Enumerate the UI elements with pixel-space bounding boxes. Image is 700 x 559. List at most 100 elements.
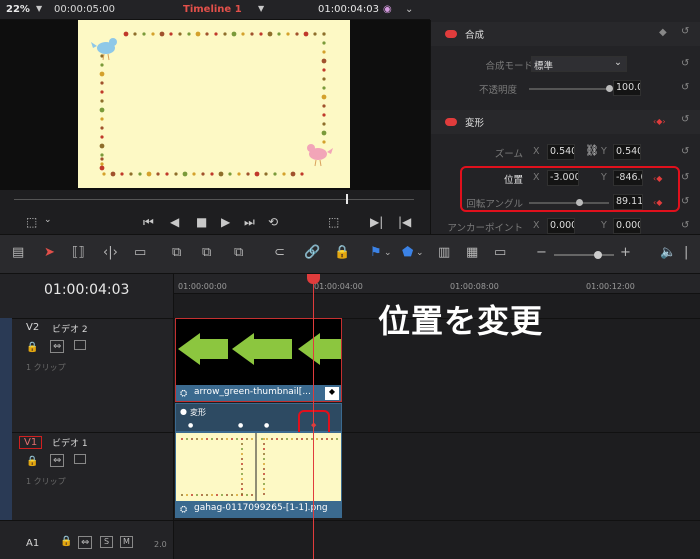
zoom-full-icon[interactable]: ▥	[438, 245, 450, 260]
anchor-x-value[interactable]: 0.000	[547, 218, 575, 234]
zoom-custom-icon[interactable]: ▭	[494, 245, 506, 260]
link-clips-icon[interactable]: 🔗	[304, 245, 320, 260]
viewer-scrub-bar[interactable]	[0, 190, 430, 210]
next-edit-icon[interactable]: ▶|	[370, 215, 383, 229]
stop-icon[interactable]: ■	[196, 215, 207, 229]
zoom-out-icon[interactable]: −	[536, 245, 547, 260]
preview-frame	[78, 20, 350, 188]
chevron-down-icon[interactable]: ▼	[36, 4, 42, 13]
mute-button[interactable]: M	[120, 536, 133, 548]
audio-meter-icon[interactable]: |	[684, 245, 688, 260]
blade-tool-icon[interactable]: ▭	[134, 245, 146, 260]
reset-icon[interactable]: ↺	[681, 172, 689, 183]
timeline-zoom-slider[interactable]	[554, 254, 614, 256]
toggle-composite[interactable]	[445, 30, 457, 38]
timeline-zoom-knob[interactable]	[594, 251, 602, 259]
track-visibility-icon[interactable]	[74, 340, 86, 350]
timeline-name[interactable]: Timeline 1	[183, 4, 242, 15]
axis-y-label: Y	[601, 146, 607, 157]
reset-icon[interactable]: ↺	[681, 114, 689, 125]
timeline-timecode[interactable]: 01:00:04:03	[0, 274, 174, 318]
opacity-slider[interactable]	[529, 88, 609, 90]
timeline-ruler[interactable]: 01:00:00:00 01:00:04:00 01:00:08:00 01:0…	[174, 274, 700, 294]
dynamic-trim-icon[interactable]: ‹|›	[103, 245, 118, 260]
chevron-down-icon[interactable]: ⌄	[384, 248, 392, 258]
zoom-in-icon[interactable]: +	[620, 245, 631, 260]
chevron-down-icon[interactable]: ⌄	[416, 248, 424, 258]
play-reverse-icon[interactable]: ◀	[170, 215, 179, 229]
video-viewer[interactable]	[0, 20, 430, 190]
chevron-down-icon[interactable]: ⌄	[44, 215, 52, 225]
keyframe-diamond-icon[interactable]: ◆	[659, 27, 667, 38]
skip-back-icon[interactable]: ⏮	[143, 215, 154, 230]
lock-icon[interactable]: 🔒	[60, 536, 72, 547]
keyframe-point[interactable]: ●	[238, 422, 243, 429]
composite-mode-select[interactable]: 標準 ⌄	[531, 56, 627, 72]
lock-icon[interactable]: 🔒	[26, 456, 38, 467]
track-header-v2[interactable]: V2 ビデオ 2 🔒 ⇔ 1 クリップ	[0, 322, 174, 432]
reset-icon[interactable]: ↺	[681, 196, 689, 207]
track-header-v1[interactable]: V1 ビデオ 1 🔒 ⇔ 1 クリップ	[0, 436, 174, 520]
keyframe-nav-icon[interactable]: ‹◆›	[653, 117, 666, 126]
skip-forward-icon[interactable]: ⏭	[244, 215, 255, 230]
transform-section-header[interactable]: 変形 ‹◆› ↺	[431, 110, 700, 134]
audio-volume-icon[interactable]: 🔈	[660, 245, 676, 260]
insert-clip-icon[interactable]: ⧉	[172, 245, 181, 260]
chevron-down-icon[interactable]: ▼	[258, 4, 264, 13]
reset-icon[interactable]: ↺	[681, 58, 689, 69]
play-icon[interactable]: ▶	[221, 215, 230, 229]
anchor-y-value[interactable]: 0.000	[613, 218, 641, 234]
flag-icon[interactable]: ⚑	[370, 245, 382, 260]
track-separator	[0, 432, 700, 433]
clip-gahag[interactable]: gahag-0117099265-[1-1].png ⛭	[175, 432, 342, 518]
marker-icon[interactable]: ⬟	[402, 245, 413, 260]
link-icon[interactable]: ⛓	[585, 144, 599, 157]
color-wheel-icon[interactable]: ◉	[383, 4, 392, 15]
keyframe-point[interactable]: ●	[264, 422, 269, 429]
track-visibility-icon[interactable]	[74, 454, 86, 464]
track-id-v1[interactable]: V1	[19, 436, 43, 449]
auto-select-icon[interactable]: ⇔	[50, 340, 65, 353]
viewer-header: 22% ▼ 00:00:05:00 Timeline 1 ▼ 01:00:04:…	[0, 0, 430, 20]
lock-icon[interactable]: 🔒	[26, 342, 38, 353]
zoom-detail-icon[interactable]: ▦	[466, 245, 478, 260]
track-name-v2[interactable]: ビデオ 2	[52, 322, 88, 335]
opacity-slider-knob[interactable]	[606, 85, 613, 92]
keyframe-dot-icon: ●	[180, 407, 187, 416]
opacity-value[interactable]: 100.00	[613, 80, 641, 96]
trim-tool-icon[interactable]: ⟦⟧	[72, 245, 85, 260]
auto-select-icon[interactable]: ⇔	[50, 454, 65, 467]
zoom-x-value[interactable]: 0.540	[547, 144, 575, 160]
clip-arrow-green[interactable]: arrow_green-thumbnail[... ⛭ ◆	[175, 318, 342, 402]
chevron-down-icon[interactable]: ⌄	[405, 4, 413, 15]
timeline-playhead[interactable]	[313, 274, 314, 559]
reset-icon[interactable]: ↺	[681, 82, 689, 93]
zoom-y-value[interactable]: 0.540	[613, 144, 641, 160]
zoom-level[interactable]: 22%	[6, 4, 30, 15]
track-separator	[0, 520, 700, 521]
clip-count-v2: 1 クリップ	[26, 363, 66, 372]
reset-icon[interactable]: ↺	[681, 220, 689, 231]
scrub-playhead[interactable]	[346, 194, 348, 204]
keyframe-point[interactable]: ●	[188, 422, 193, 429]
snap-magnet-icon[interactable]: ⊂	[274, 245, 285, 260]
layout-icon[interactable]: ▤	[12, 245, 24, 260]
previous-edit-icon[interactable]: |◀	[398, 215, 411, 229]
solo-button[interactable]: S	[100, 536, 113, 548]
reset-icon[interactable]: ↺	[681, 26, 689, 37]
replace-clip-icon[interactable]: ⧉	[234, 245, 243, 260]
position-lock-icon[interactable]: 🔒	[334, 245, 350, 260]
loop-icon[interactable]: ⟲	[268, 215, 278, 229]
track-name-v1[interactable]: ビデオ 1	[52, 436, 88, 449]
keyframe-toggle-icon[interactable]: ◆	[325, 387, 339, 400]
match-frame-icon[interactable]: ⬚	[328, 215, 339, 229]
composite-section-header[interactable]: 合成 ◆ ↺	[431, 22, 700, 46]
crop-icon[interactable]: ⬚	[26, 215, 37, 229]
selection-tool-icon[interactable]: ➤	[44, 245, 55, 260]
reset-icon[interactable]: ↺	[681, 146, 689, 157]
overwrite-clip-icon[interactable]: ⧉	[202, 245, 211, 260]
arrow-graphic	[298, 333, 320, 365]
track-header-a1[interactable]: A1 🔒 ⇔ S M 2.0	[0, 524, 174, 558]
toggle-transform[interactable]	[445, 118, 457, 126]
auto-select-icon[interactable]: ⇔	[78, 536, 93, 549]
